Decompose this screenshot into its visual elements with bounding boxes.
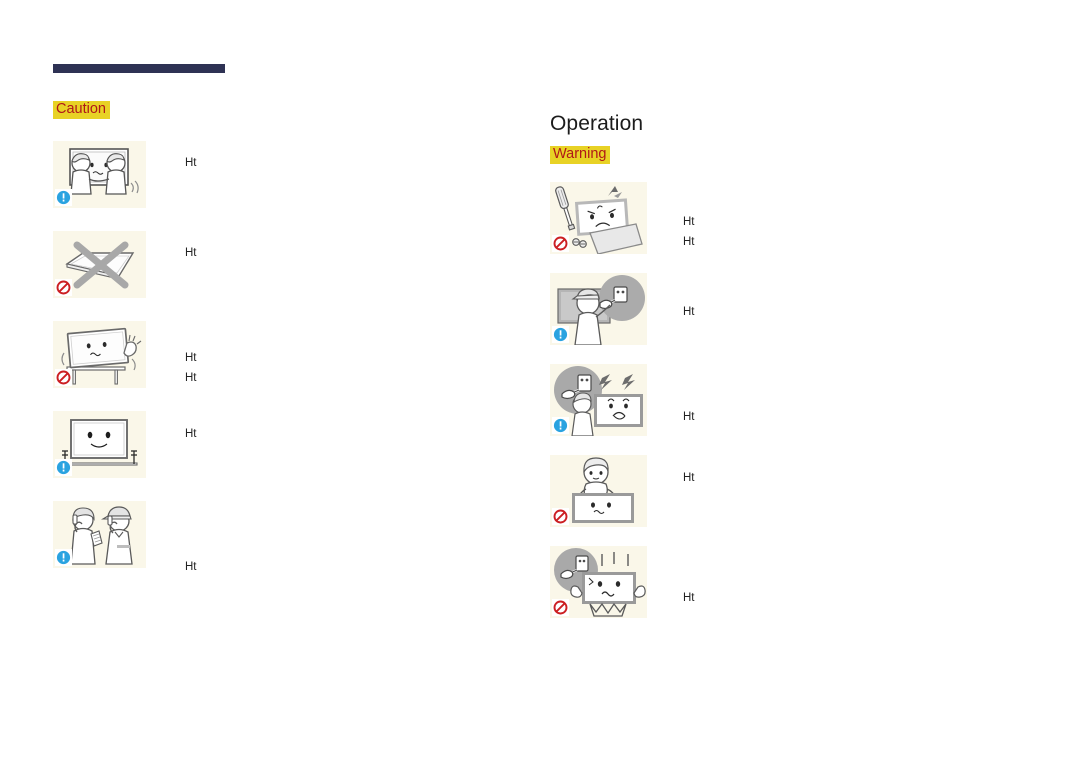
list-item-text: Ht xyxy=(185,561,197,573)
list-item-text: Ht xyxy=(683,592,695,604)
list-item-text: Ht xyxy=(683,236,695,248)
info-icon xyxy=(55,459,72,476)
illustration-tv-on-table-being-pushed xyxy=(53,321,146,388)
info-icon xyxy=(552,326,569,343)
prohibit-icon xyxy=(552,235,569,252)
info-icon xyxy=(55,549,72,566)
prohibit-icon xyxy=(552,599,569,616)
list-item-text: Ht xyxy=(185,428,197,440)
list-item-text: Ht xyxy=(683,306,695,318)
list-item-text: Ht xyxy=(683,472,695,484)
caution-badge: Caution xyxy=(53,101,110,119)
list-item-text: Ht xyxy=(185,247,197,259)
list-item-text: Ht xyxy=(683,216,695,228)
illustration-customer-and-technician-on-phone xyxy=(53,501,146,568)
list-item-text: Ht xyxy=(185,157,197,169)
illustration-two-people-carrying-tv xyxy=(53,141,146,208)
illustration-pulling-plug-tv-falling xyxy=(550,546,647,618)
illustration-child-hanging-on-tv xyxy=(550,455,647,527)
right-column: Operation Warning Ht Ht Ht Ht Ht Ht xyxy=(550,0,1030,763)
left-column: Caution Ht Ht Ht Ht Ht Ht xyxy=(53,0,523,763)
list-item-text: Ht xyxy=(185,352,197,364)
prohibit-icon xyxy=(55,369,72,386)
illustration-person-unplugging-power-cord xyxy=(550,273,647,345)
list-item-text: Ht xyxy=(683,411,695,423)
info-icon xyxy=(552,417,569,434)
illustration-tv-lying-flat-crossed-out xyxy=(53,231,146,298)
illustration-tv-with-clearance-marks xyxy=(53,411,146,478)
header-rule-thick xyxy=(53,64,225,73)
info-icon xyxy=(55,189,72,206)
prohibit-icon xyxy=(55,279,72,296)
warning-badge: Warning xyxy=(550,146,611,164)
prohibit-icon xyxy=(552,508,569,525)
illustration-unplugging-during-lightning-storm xyxy=(550,364,647,436)
page-title: Operation xyxy=(550,112,644,136)
illustration-screwdriver-screws-removing-back-cover xyxy=(550,182,647,254)
list-item-text: Ht xyxy=(185,372,197,384)
